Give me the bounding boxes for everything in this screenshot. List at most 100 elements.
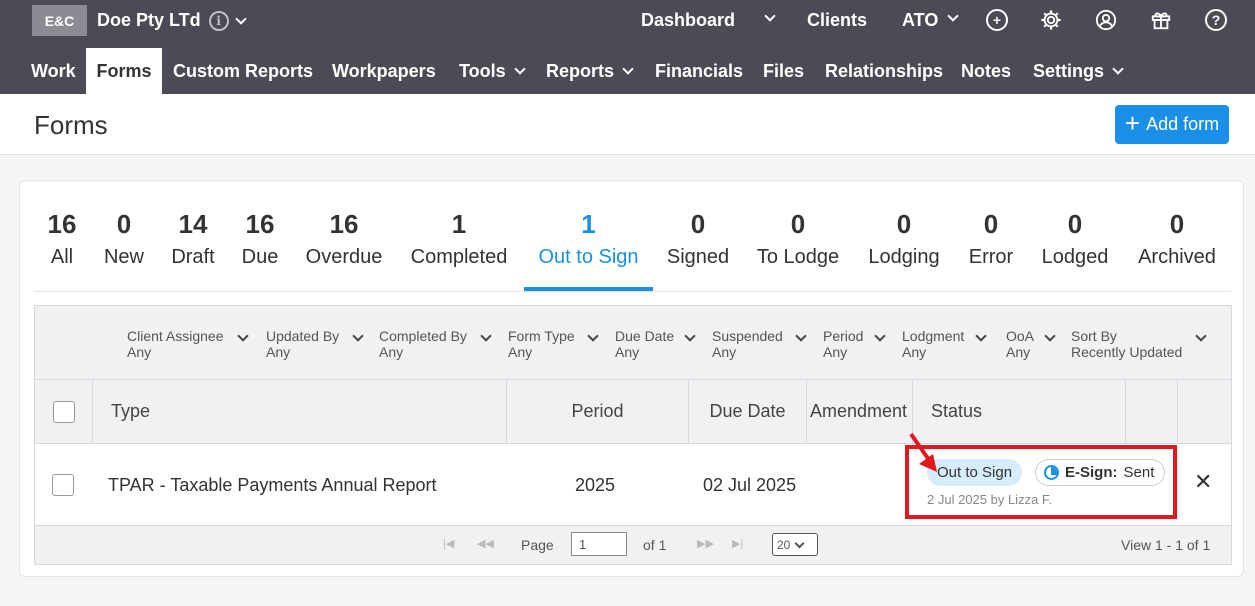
nav-files[interactable]: Files [763,48,804,94]
tab-label: Error [968,246,1014,268]
nav-custom-reports[interactable]: Custom Reports [173,48,313,94]
info-icon[interactable]: i [208,10,229,31]
chevron-down-icon [1044,330,1056,342]
tab-due[interactable]: 16 Due [238,209,282,269]
chevron-down-icon [622,63,634,75]
tab-error[interactable]: 0 Error [964,209,1018,269]
filter-client-assignee[interactable]: Client Assignee Any [127,328,259,360]
nav-financials[interactable]: Financials [655,48,743,94]
select-all-checkbox[interactable] [52,400,75,423]
tab-all[interactable]: 16 All [44,209,80,269]
tab-out-to-sign[interactable]: 1 Out to Sign [524,209,653,269]
tab-to-lodge[interactable]: 0 To Lodge [752,209,844,269]
nav-relationships[interactable]: Relationships [825,48,943,94]
tab-count: 0 [1169,209,1185,239]
nav-tools-label: Tools [459,60,506,81]
tab-lodged[interactable]: 0 Lodged [1036,209,1114,269]
column-type[interactable]: Type [93,380,507,443]
chevron-down-icon[interactable] [947,10,959,22]
org-name: Doe Pty LTd [97,10,201,30]
chevron-down-icon [684,330,696,342]
nav-forms[interactable]: Forms [86,48,162,94]
clients-link[interactable]: Clients [807,10,867,31]
tab-count: 14 [178,209,208,239]
filter-label: Period [823,328,864,344]
add-circle-icon[interactable]: + [986,9,1008,31]
forms-grid: Client Assignee Any Updated By Any Complet… [34,305,1232,565]
filter-suspended[interactable]: Suspended Any [712,328,826,360]
filter-value: Any [712,344,737,360]
chevron-down-icon[interactable] [235,12,247,25]
filter-value: Any [1006,344,1031,360]
filter-ooa[interactable]: OoA Any [1006,328,1066,360]
nav-notes[interactable]: Notes [961,48,1011,94]
page-total: of 1 [643,537,667,553]
nav-reports-label: Reports [546,60,615,81]
annotation-highlight-box [905,445,1177,519]
sort-by-select[interactable]: Sort By Recently Updated [1071,328,1211,360]
page-number-input[interactable]: 1 [571,532,627,556]
column-due-date[interactable]: Due Date [689,380,807,443]
select-all-cell [35,380,93,443]
dashboard-link[interactable]: Dashboard [641,10,735,31]
tab-count: 1 [451,209,467,239]
filter-updated-by[interactable]: Updated By Any [266,328,376,360]
filter-label: OoA [1006,328,1035,344]
tab-overdue[interactable]: 16 Overdue [302,209,386,269]
filter-label: Due Date [615,328,675,344]
tab-label: Lodged [1041,246,1109,268]
nav-reports[interactable]: Reports [546,48,634,94]
filter-period[interactable]: Period Any [823,328,903,360]
page-title: Forms [34,110,108,140]
prev-page-icon[interactable]: ◀◀ [477,537,494,550]
filter-bar: Client Assignee Any Updated By Any Complet… [35,306,1231,380]
chevron-down-icon [794,538,805,548]
gear-icon[interactable] [1040,9,1062,36]
filter-label: Suspended [712,328,783,344]
close-icon[interactable]: ✕ [1194,471,1212,493]
page-size-select[interactable]: 20 [772,533,818,556]
org-switcher[interactable]: Doe Pty LTd i [97,10,247,31]
user-profile-icon[interactable] [1095,9,1117,36]
filter-due-date[interactable]: Due Date Any [615,328,715,360]
pagination-bar: |◀ ◀◀ Page 1 of 1 ▶▶ ▶| 20 View 1 - 1 of… [35,526,1231,564]
filter-label: Completed By [379,328,467,344]
logo[interactable]: E&C [32,5,87,36]
tab-lodging[interactable]: 0 Lodging [864,209,944,269]
column-amendment[interactable]: Amendment [807,380,913,443]
nav-settings[interactable]: Settings [1033,48,1124,94]
nav-work[interactable]: Work [31,48,76,94]
tab-count: 0 [690,209,706,239]
filter-label: Sort By [1071,328,1117,344]
next-page-icon[interactable]: ▶▶ [697,537,714,550]
chevron-down-icon [352,330,364,342]
last-page-icon[interactable]: ▶| [732,537,743,550]
nav-settings-label: Settings [1033,60,1105,81]
nav-tools[interactable]: Tools [459,48,526,94]
filter-label: Updated By [266,328,340,344]
first-page-icon[interactable]: |◀ [443,537,454,550]
tab-label: New [103,246,144,268]
row-type[interactable]: TPAR - Taxable Payments Annual Report [108,444,437,526]
add-form-button[interactable]: + Add form [1115,105,1229,144]
filter-form-type[interactable]: Form Type Any [508,328,618,360]
annotation-arrow-icon [909,432,937,472]
tab-new[interactable]: 0 New [100,209,148,269]
column-period[interactable]: Period [507,380,689,443]
tab-archived[interactable]: 0 Archived [1132,209,1222,269]
tab-count: 16 [47,209,77,239]
ato-link[interactable]: ATO [902,10,938,31]
help-icon[interactable]: ? [1205,9,1227,31]
gift-icon[interactable] [1150,9,1172,36]
chevron-down-icon[interactable] [764,10,776,22]
tab-label: To Lodge [756,246,840,268]
nav-workpapers[interactable]: Workpapers [332,48,436,94]
filter-lodgment[interactable]: Lodgment Any [902,328,1002,360]
tab-signed[interactable]: 0 Signed [662,209,734,269]
tab-completed[interactable]: 1 Completed [406,209,512,269]
filter-completed-by[interactable]: Completed By Any [379,328,509,360]
filter-value: Any [823,344,848,360]
row-checkbox[interactable] [52,474,74,496]
chevron-down-icon [514,63,526,75]
tab-draft[interactable]: 14 Draft [168,209,218,269]
